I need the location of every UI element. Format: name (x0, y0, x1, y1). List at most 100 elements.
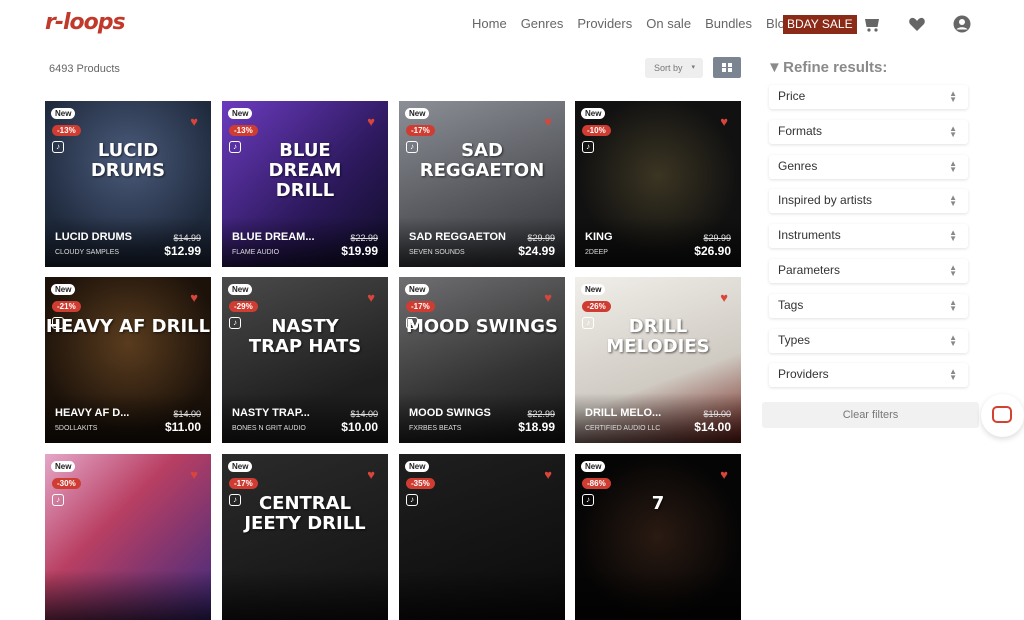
cart-icon[interactable] (862, 14, 882, 34)
discount-badge: -35% (406, 478, 435, 489)
wishlist-heart-icon[interactable]: ♥ (367, 467, 375, 482)
new-badge: New (228, 108, 253, 119)
card-shade (222, 570, 388, 620)
product-card[interactable]: LUCID DRUMS New -13% ♪ ♥ LUCID DRUMS CLOUDY SAM… (45, 101, 211, 267)
product-brand[interactable]: FXRBES BEATS (409, 425, 461, 432)
audio-preview-icon[interactable]: ♪ (406, 494, 418, 506)
audio-preview-icon[interactable]: ♪ (229, 494, 241, 506)
sale-price: $26.90 (694, 244, 731, 258)
product-brand[interactable]: CERTIFIED AUDIO LLC (585, 425, 660, 432)
nav-genres[interactable]: Genres (521, 16, 564, 31)
product-card[interactable]: 7 New -86% ♪ ♥ (575, 454, 741, 620)
audio-preview-icon[interactable]: ♪ (582, 494, 594, 506)
product-title[interactable]: NASTY TRAP... (232, 407, 310, 419)
filter-price[interactable]: Price ▲ ▼ (769, 85, 968, 109)
filter-tags[interactable]: Tags ▲ ▼ (769, 293, 968, 318)
wishlist-heart-icon[interactable]: ♥ (190, 290, 198, 305)
original-price: $22.99 (527, 409, 555, 419)
product-card[interactable]: New -30% ♪ ♥ (45, 454, 211, 620)
product-title[interactable]: DRILL MELO... (585, 407, 661, 419)
filter-label: Tags (778, 297, 804, 312)
product-card[interactable]: MOOD SWINGS New -17% ♪ ♥ MOOD SWINGS FXRBES BE… (399, 277, 565, 443)
wishlist-heart-icon[interactable]: ♥ (544, 114, 552, 129)
sort-dropdown[interactable]: Sort by ▾ (645, 58, 703, 78)
wishlist-heart-icon[interactable]: ♥ (720, 467, 728, 482)
product-artwork: MOOD SWINGS (405, 316, 559, 337)
product-brand[interactable]: CLOUDY SAMPLES (55, 249, 119, 256)
audio-preview-icon[interactable]: ♪ (52, 317, 64, 329)
audio-preview-icon[interactable]: ♪ (52, 494, 64, 506)
product-card[interactable]: BLUE DREAM DRILL New -13% ♪ ♥ BLUE DREAM... FLAM… (222, 101, 388, 267)
filter-genres[interactable]: Genres ▲ ▼ (769, 154, 968, 179)
product-card[interactable]: New -10% ♪ ♥ KING 2DEEP $29.99 $26.90 (575, 101, 741, 267)
product-title[interactable]: MOOD SWINGS (409, 407, 491, 419)
filter-inspired-by-artists[interactable]: Inspired by artists ▲ ▼ (769, 189, 968, 214)
product-brand[interactable]: 5DOLLAKITS (55, 425, 97, 432)
product-artwork: 7 (651, 493, 665, 514)
wishlist-heart-icon[interactable]: ♥ (367, 290, 375, 305)
sale-price: $18.99 (518, 420, 555, 434)
new-badge: New (405, 461, 430, 472)
wishlist-heart-icon[interactable]: ♥ (190, 114, 198, 129)
site-logo[interactable]: r-loops (45, 10, 126, 35)
product-card[interactable]: New -35% ♪ ♥ (399, 454, 565, 620)
audio-preview-icon[interactable]: ♪ (229, 141, 241, 153)
grid-view-button[interactable] (713, 57, 741, 78)
product-artwork: NASTY TRAP HATS (248, 316, 362, 357)
nav-providers[interactable]: Providers (577, 16, 632, 31)
audio-preview-icon[interactable]: ♪ (582, 141, 594, 153)
filter-types[interactable]: Types ▲ ▼ (769, 328, 968, 353)
wishlist-heart-icon[interactable]: ♥ (544, 467, 552, 482)
bday-sale-button[interactable]: BDAY SALE (783, 15, 857, 34)
wishlist-heart-icon[interactable]: ♥ (720, 290, 728, 305)
product-title[interactable]: KING (585, 231, 613, 243)
product-card[interactable]: NASTY TRAP HATS New -29% ♪ ♥ NASTY TRAP... BONE… (222, 277, 388, 443)
card-shade (45, 570, 211, 620)
product-brand[interactable]: FLAME AUDIO (232, 249, 279, 256)
card-shade (575, 570, 741, 620)
product-card[interactable]: SAD REGGAETON New -17% ♪ ♥ SAD REGGAETON SEVEN … (399, 101, 565, 267)
wishlist-heart-icon[interactable]: ♥ (367, 114, 375, 129)
clear-filters-button[interactable]: Clear filters (762, 402, 979, 428)
original-price: $29.99 (527, 233, 555, 243)
sort-arrows-icon: ▲ ▼ (949, 297, 957, 313)
grid-icon (722, 63, 726, 67)
filter-parameters[interactable]: Parameters ▲ ▼ (769, 259, 968, 283)
nav-bundles[interactable]: Bundles (705, 16, 752, 31)
top-navigation: r-loops Home Genres Providers On sale Bu… (0, 0, 1024, 48)
nav-home[interactable]: Home (472, 16, 507, 31)
filter-providers[interactable]: Providers ▲ ▼ (769, 363, 968, 388)
new-badge: New (51, 284, 76, 295)
filter-instruments[interactable]: Instruments ▲ ▼ (769, 224, 968, 249)
product-card[interactable]: DRILL MELODIES New -26% ♪ ♥ DRILL MELO... CERTI… (575, 277, 741, 443)
filter-label: Price (778, 89, 806, 103)
product-artwork: CENTRAL JEETY DRILL (244, 493, 366, 534)
wishlist-heart-icon[interactable]: ♥ (544, 290, 552, 305)
chat-button[interactable] (981, 394, 1024, 437)
product-card[interactable]: HEAVY AF DRILL New -21% ♪ ♥ HEAVY AF D... 5DOL… (45, 277, 211, 443)
product-artwork: SAD REGGAETON (419, 140, 545, 181)
filter-label: Instruments (778, 228, 841, 243)
audio-preview-icon[interactable]: ♪ (229, 317, 241, 329)
heart-icon[interactable] (907, 14, 927, 34)
product-title[interactable]: LUCID DRUMS (55, 231, 132, 243)
product-brand[interactable]: 2DEEP (585, 249, 608, 256)
wishlist-heart-icon[interactable]: ♥ (190, 467, 198, 482)
wishlist-heart-icon[interactable]: ♥ (720, 114, 728, 129)
audio-preview-icon[interactable]: ♪ (582, 317, 594, 329)
filter-label: Genres (778, 158, 818, 173)
nav-on-sale[interactable]: On sale (646, 16, 691, 31)
audio-preview-icon[interactable]: ♪ (406, 141, 418, 153)
audio-preview-icon[interactable]: ♪ (406, 317, 418, 329)
product-card[interactable]: CENTRAL JEETY DRILL New -17% ♪ ♥ (222, 454, 388, 620)
product-brand[interactable]: SEVEN SOUNDS (409, 249, 465, 256)
account-icon[interactable] (952, 14, 972, 34)
product-title[interactable]: SAD REGGAETON (409, 231, 506, 243)
product-brand[interactable]: BONES N GRIT AUDIO (232, 425, 306, 432)
product-title[interactable]: BLUE DREAM... (232, 231, 315, 243)
product-title[interactable]: HEAVY AF D... (55, 407, 129, 419)
discount-badge: -10% (582, 125, 611, 136)
filter-formats[interactable]: Formats ▲ ▼ (769, 119, 968, 144)
audio-preview-icon[interactable]: ♪ (52, 141, 64, 153)
sort-arrows-icon: ▲ ▼ (949, 332, 957, 348)
